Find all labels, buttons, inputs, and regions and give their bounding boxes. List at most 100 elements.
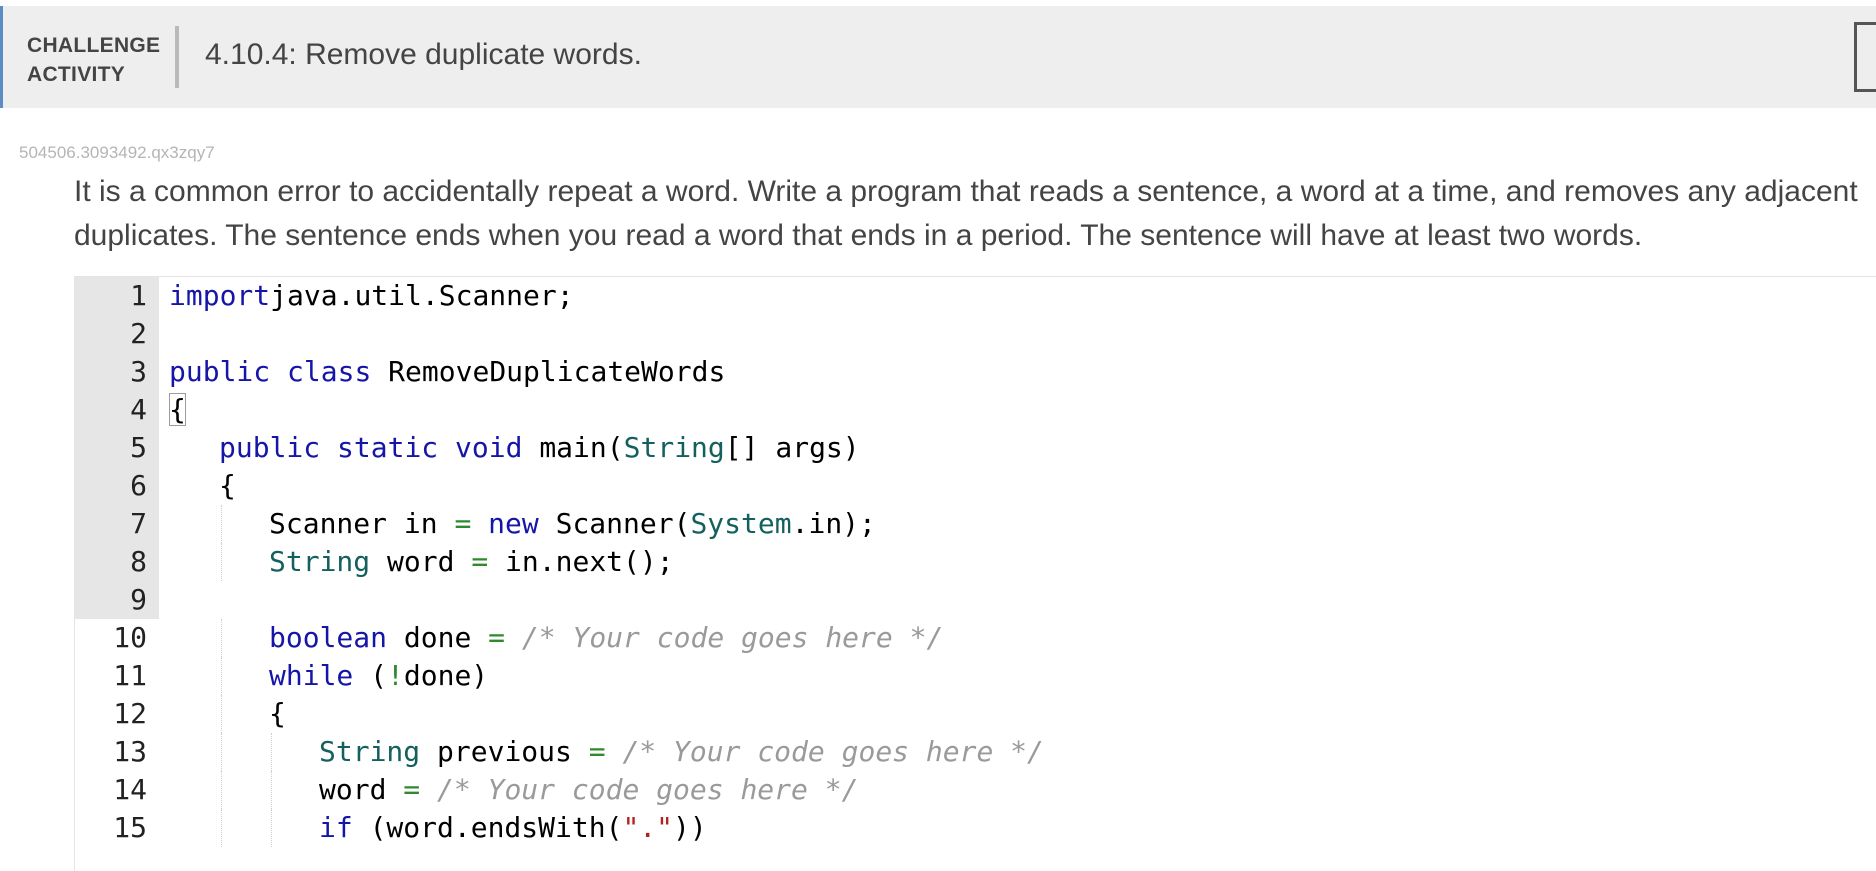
code-text[interactable]: Scanner in = new Scanner(System.in); [269, 505, 876, 543]
code-token: in.next(); [488, 545, 674, 578]
indent-guide [271, 733, 272, 771]
code-text[interactable]: public class RemoveDuplicateWords [169, 353, 725, 391]
code-token-kw: if [319, 811, 353, 844]
indent-guide [221, 809, 222, 847]
code-token-ty: String [319, 735, 421, 768]
code-token: main( [522, 431, 624, 464]
badge-line-2: ACTIVITY [27, 63, 126, 86]
code-text[interactable]: { [219, 467, 236, 505]
code-token-kw: public [219, 431, 321, 464]
code-line[interactable]: 5 public static void main(String[] args) [75, 429, 1876, 467]
code-token: { [219, 469, 236, 502]
activity-id: 504506.3093492.qx3zqy7 [19, 143, 215, 162]
code-token-op: = [454, 507, 472, 540]
challenge-header: CHALLENGE ACTIVITY 4.10.4: Remove duplic… [0, 6, 1876, 108]
code-token: done) [403, 659, 489, 692]
code-token: java.util.Scanner; [270, 279, 574, 312]
code-token-kw: public [169, 355, 271, 388]
matched-brace: { [169, 393, 186, 426]
code-line[interactable]: 14 word = /* Your code goes here */ [75, 771, 1876, 809]
code-line[interactable]: 3 public class RemoveDuplicateWords [75, 353, 1876, 391]
code-token-kw: class [287, 355, 372, 388]
expand-icon[interactable] [1854, 22, 1876, 92]
code-token-kw: boolean [269, 621, 388, 654]
indent-guide [221, 771, 222, 809]
code-token: word [370, 545, 472, 578]
code-token-kw: void [455, 431, 523, 464]
code-line[interactable]: 11 while (!done) [75, 657, 1876, 695]
code-line[interactable]: 6{ [75, 467, 1876, 505]
code-text[interactable]: String word = in.next(); [269, 543, 674, 581]
code-token-op: = [588, 735, 606, 768]
code-editor[interactable]: 1 importjava.util.Scanner; 2 3 public class … [74, 276, 1876, 871]
line-number: 15 [113, 811, 147, 844]
code-token: word [319, 773, 404, 806]
code-line[interactable]: 9 [75, 581, 1876, 619]
line-number: 8 [75, 543, 159, 581]
code-token: .in); [791, 507, 876, 540]
code-text[interactable]: while (!done) [269, 657, 488, 695]
code-line[interactable]: 1 importjava.util.Scanner; [75, 277, 1876, 315]
code-text[interactable]: importjava.util.Scanner; [169, 277, 574, 315]
code-text[interactable]: { [169, 391, 186, 429]
code-token-op: = [403, 773, 421, 806]
code-token: [] args) [724, 431, 860, 464]
code-token: (word.endsWith( [352, 811, 623, 844]
code-token: )) [673, 811, 707, 844]
line-number: 9 [75, 581, 159, 619]
code-text[interactable]: { [269, 695, 286, 733]
code-token-cm: /* Your code goes here */ [521, 621, 944, 654]
code-line[interactable]: 10 boolean done = /* Your code goes here … [75, 619, 1876, 657]
code-token: Scanner in [269, 507, 455, 540]
code-line[interactable]: 2 [75, 315, 1876, 353]
code-token-ty: String [269, 545, 371, 578]
code-line[interactable]: 4{ [75, 391, 1876, 429]
code-token: { [269, 697, 286, 730]
line-number: 13 [113, 735, 147, 768]
code-token-op: = [488, 621, 506, 654]
code-token: previous [420, 735, 589, 768]
line-number: 5 [75, 429, 159, 467]
indent-guide [221, 619, 222, 657]
code-token: ( [353, 659, 388, 692]
code-line[interactable]: 15 if (word.endsWith(".")) [75, 809, 1876, 847]
badge-line-1: CHALLENGE [27, 34, 161, 57]
code-token-kw: while [269, 659, 354, 692]
code-token-st: "." [622, 811, 674, 844]
line-number: 14 [113, 773, 147, 806]
code-line[interactable]: 7 Scanner in = new Scanner(System.in); [75, 505, 1876, 543]
header-divider [175, 26, 179, 88]
code-token: done [387, 621, 489, 654]
line-number: 2 [75, 315, 159, 353]
indent-guide [221, 543, 222, 581]
code-token-ty: String [623, 431, 725, 464]
code-line[interactable]: 8 String word = in.next(); [75, 543, 1876, 581]
code-token-cm: /* Your code goes here */ [622, 735, 1044, 768]
code-token: Scanner( [538, 507, 691, 540]
code-token-cm: /* Your code goes here */ [437, 773, 859, 806]
code-token-op: = [471, 545, 489, 578]
code-line[interactable]: 13 String previous = /* Your code goes he… [75, 733, 1876, 771]
code-token-kw: new [488, 507, 539, 540]
line-number: 10 [113, 621, 147, 654]
code-text[interactable]: if (word.endsWith(".")) [319, 809, 707, 847]
code-text[interactable]: public static void main(String[] args) [219, 429, 860, 467]
line-number: 3 [75, 353, 159, 391]
code-line[interactable]: 12 { [75, 695, 1876, 733]
code-token: RemoveDuplicateWords [371, 355, 726, 388]
code-text[interactable]: String previous = /* Your code goes here… [319, 733, 1044, 771]
indent-guide [221, 695, 222, 733]
code-token-kw: static [337, 431, 439, 464]
line-number: 7 [75, 505, 159, 543]
code-token-ty: System [690, 507, 792, 540]
line-number: 12 [113, 697, 147, 730]
code-text[interactable]: boolean done = /* Your code goes here */ [269, 619, 943, 657]
indent-guide [271, 771, 272, 809]
code-text[interactable]: word = /* Your code goes here */ [319, 771, 858, 809]
